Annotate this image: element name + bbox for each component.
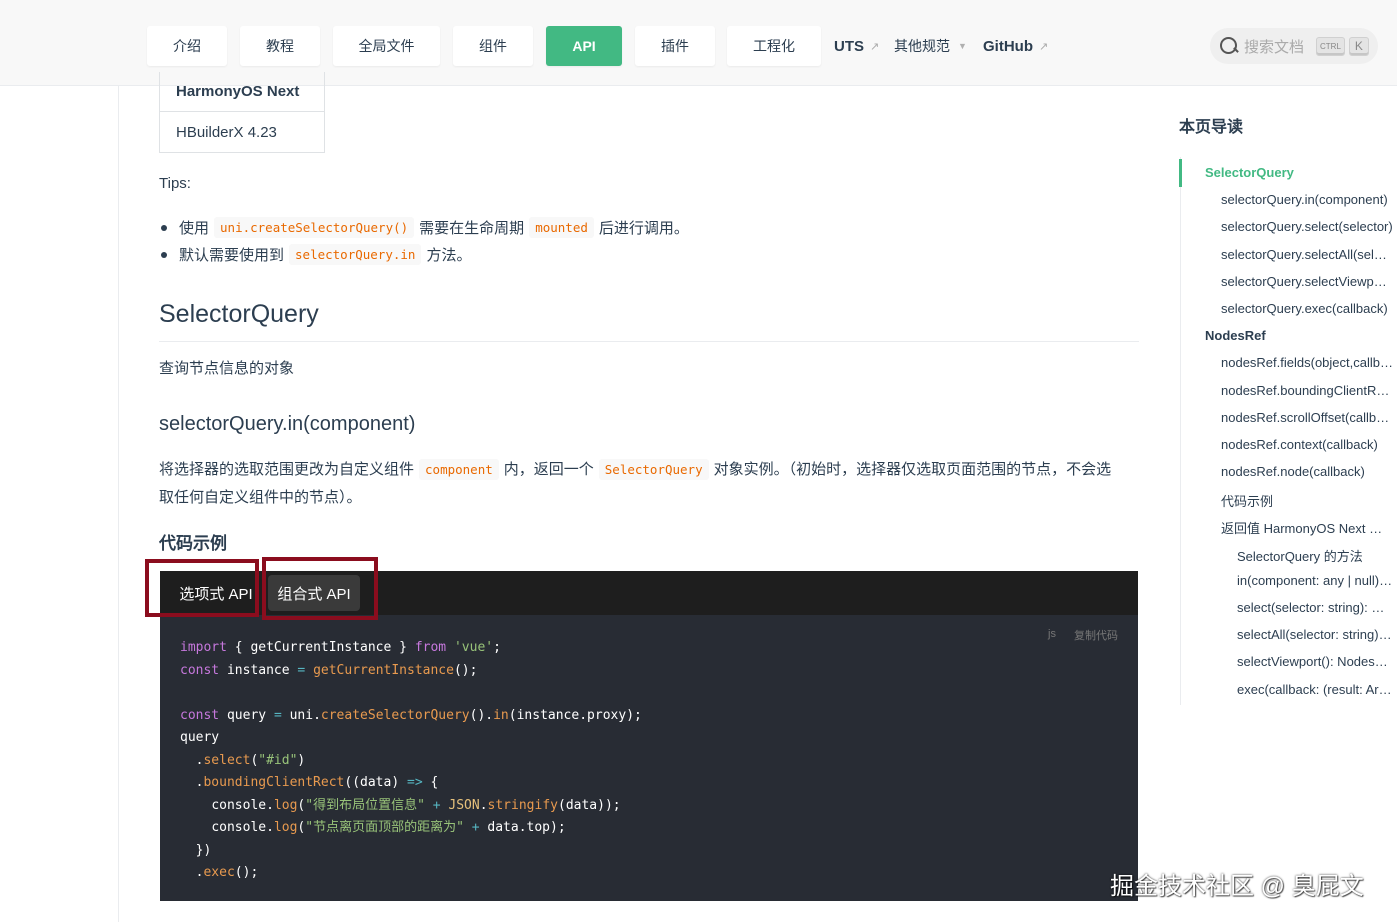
toc-item[interactable]: nodesRef.fields(object,callback) [1221, 355, 1393, 370]
nav-other-specs-dropdown[interactable]: 其他规范 ▼ [894, 26, 967, 66]
section-description: 查询节点信息的对象 [159, 360, 295, 377]
nav-tutorial-button[interactable]: 教程 [240, 26, 320, 66]
content-left-border [118, 86, 119, 922]
tab-options-api[interactable]: 选项式 API [166, 571, 266, 615]
toc-item[interactable]: SelectorQuery [1205, 165, 1294, 180]
list-item: 使用 uni.createSelectorQuery() 需要在生命周期 mou… [159, 214, 689, 241]
toc-item[interactable]: nodesRef.scrollOffset(callback) [1221, 410, 1393, 425]
toc-item[interactable]: exec(callback: (result: Array<any>) => v… [1237, 682, 1393, 697]
nav-uts-link[interactable]: UTS ↗ [834, 26, 879, 66]
tips-list: 使用 uni.createSelectorQuery() 需要在生命周期 mou… [159, 214, 689, 268]
search-box[interactable]: 搜索文档 CTRL K [1210, 28, 1378, 64]
toc-item[interactable]: SelectorQuery 的方法 [1237, 546, 1393, 565]
section-heading-selectorquery: SelectorQuery [159, 300, 1139, 342]
toc-item[interactable]: select(selector: string): NodesRef [1237, 600, 1393, 615]
method-heading: selectorQuery.in(component) [159, 413, 416, 435]
search-icon [1219, 36, 1239, 56]
toc-item[interactable]: selectorQuery.select(selector) [1221, 219, 1393, 234]
nav-global-files-button[interactable]: 全局文件 [333, 26, 440, 66]
tips-label: Tips: [159, 175, 191, 192]
tip-text: 默认需要使用到 [179, 247, 285, 264]
desc-text: 内，返回一个 [503, 461, 594, 478]
code-block: 选项式 API 组合式 API js 复制代码 import { getCurr… [160, 571, 1138, 901]
nav-plugins-button[interactable]: 插件 [635, 26, 715, 66]
kbd-ctrl-key: CTRL [1316, 36, 1345, 56]
inline-code: component [419, 459, 499, 480]
inline-code: uni.createSelectorQuery() [214, 217, 415, 238]
tip-text: 方法。 [426, 247, 472, 264]
toc-item[interactable]: 代码示例 [1221, 491, 1393, 510]
nav-github-link[interactable]: GitHub ↗ [983, 26, 1048, 66]
nav-components-button[interactable]: 组件 [453, 26, 533, 66]
toc-border [1180, 157, 1181, 705]
tip-text: 使用 [179, 220, 210, 237]
nav-intro-button[interactable]: 介绍 [147, 26, 227, 66]
caret-down-icon: ▼ [958, 41, 967, 51]
toc-item[interactable]: selectAll(selector: string): NodesRef [1237, 627, 1393, 642]
toc-item[interactable]: NodesRef [1205, 328, 1266, 343]
inline-code: selectorQuery.in [289, 244, 422, 265]
nav-api-button[interactable]: API [546, 26, 622, 66]
toc-item[interactable]: selectorQuery.selectViewport() [1221, 274, 1393, 289]
example-heading: 代码示例 [159, 534, 227, 553]
toc-item[interactable]: 返回值 HarmonyOS Next 兼容性 [1221, 518, 1393, 537]
code-content: import { getCurrentInstance } from 'vue'… [180, 640, 642, 880]
external-link-icon: ↗ [1039, 40, 1049, 53]
tab-composition-api[interactable]: 组合式 API [268, 575, 360, 611]
toc-item[interactable]: selectorQuery.in(component) [1221, 192, 1393, 207]
table-cell-hbuilderx: HBuilderX 4.23 [176, 123, 277, 141]
nav-github-label: GitHub [983, 37, 1033, 55]
external-link-icon: ↗ [870, 40, 880, 53]
toc-item[interactable]: selectViewport(): NodesRef [1237, 654, 1393, 669]
desc-text: 将选择器的选取范围更改为自定义组件 [159, 461, 415, 478]
nav-engineering-button[interactable]: 工程化 [727, 26, 821, 66]
method-description: 将选择器的选取范围更改为自定义组件 component 内，返回一个 Selector… [159, 456, 1124, 512]
tip-text: 需要在生命周期 [419, 220, 525, 237]
toc-item[interactable]: selectorQuery.selectAll(selector) [1221, 247, 1393, 262]
search-placeholder: 搜索文档 [1244, 38, 1305, 56]
inline-code: SelectorQuery [598, 459, 709, 480]
platform-compat-table: HarmonyOS Next HBuilderX 4.23 [159, 72, 325, 153]
nav-uts-label: UTS [834, 37, 864, 55]
list-item: 默认需要使用到 selectorQuery.in 方法。 [159, 241, 689, 268]
code-tabs: 选项式 API 组合式 API [160, 571, 1138, 615]
kbd-k-key: K [1348, 36, 1369, 56]
toc-active-indicator [1179, 159, 1182, 187]
inline-code: mounted [529, 217, 594, 238]
copy-code-button[interactable]: 复制代码 [1074, 627, 1118, 643]
code-language-label: js [1048, 628, 1056, 640]
toc-item[interactable]: in(component: any | null): SelectorQuery [1237, 573, 1393, 588]
toc-item[interactable]: selectorQuery.exec(callback) [1221, 301, 1393, 316]
toc-item[interactable]: nodesRef.node(callback) [1221, 464, 1393, 479]
toc-item[interactable]: nodesRef.boundingClientRect(callback) [1221, 383, 1393, 398]
toc-item[interactable]: nodesRef.context(callback) [1221, 437, 1393, 452]
table-header-harmonyos: HarmonyOS Next [160, 72, 324, 112]
tip-text: 后进行调用。 [598, 220, 689, 237]
toc-title: 本页导读 [1179, 119, 1244, 136]
nav-other-specs-label: 其他规范 [894, 38, 950, 54]
watermark: 掘金技术社区 @ 臭屁文 [1110, 873, 1364, 900]
